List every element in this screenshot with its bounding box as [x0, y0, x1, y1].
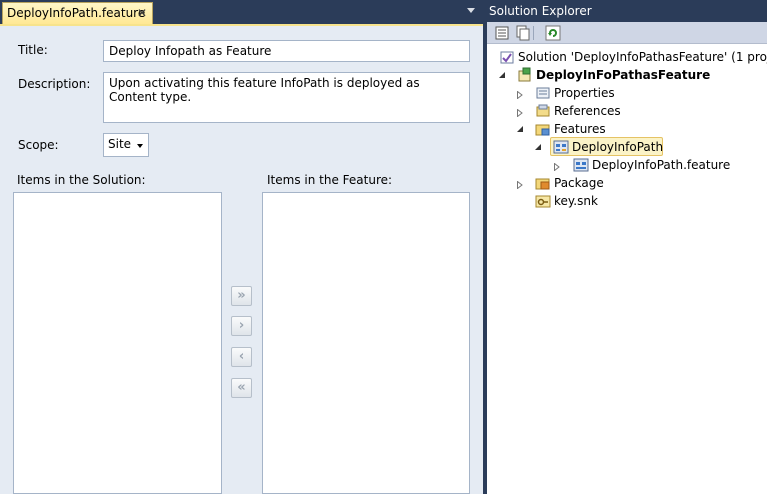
designer-surface: Title: Deploy Infopath as Feature Descri… [0, 26, 483, 494]
scope-label: Scope: [18, 138, 59, 152]
tree-item-label: key.snk [554, 194, 598, 208]
document-tab-label: DeployInfoPath.feature [7, 6, 146, 20]
expand-arrow-icon[interactable] [517, 106, 523, 118]
tree-item-label: DeployInfoPath [572, 140, 664, 154]
feature-items-list[interactable] [262, 192, 470, 494]
collapse-arrow-icon[interactable] [499, 72, 505, 78]
items-feature-label: Items in the Feature: [267, 173, 393, 187]
add-all-button[interactable]: » [231, 286, 252, 306]
solution-explorer: Solution Explorer Solution 'DeployInfoPa… [487, 0, 767, 494]
toolbar-separator [533, 26, 534, 40]
tree-item-label: DeployInFoPathasFeature [536, 68, 711, 82]
close-icon[interactable]: ✕ [137, 3, 147, 23]
feature-icon [553, 140, 569, 154]
items-solution-label: Items in the Solution: [17, 173, 146, 187]
chevron-down-icon [137, 144, 143, 148]
document-tab[interactable]: DeployInfoPath.feature ✕ [2, 2, 153, 24]
feature-file-icon [573, 158, 589, 172]
project-icon [518, 67, 531, 82]
document-tab-strip: DeployInfoPath.feature ✕ [0, 0, 483, 26]
expand-arrow-icon[interactable] [517, 178, 523, 190]
scope-dropdown[interactable]: Site [103, 133, 149, 157]
package-icon [535, 178, 550, 190]
tree-item-label: DeployInfoPath.feature [592, 158, 731, 172]
properties-folder-icon [536, 87, 550, 99]
remove-all-button[interactable]: « [231, 378, 252, 398]
tree-item-label: Solution 'DeployInfoPathasFeature' (1 pr… [518, 50, 767, 64]
collapse-arrow-icon[interactable] [535, 144, 541, 150]
title-input[interactable]: Deploy Infopath as Feature [103, 40, 470, 62]
key-file-icon [535, 195, 551, 208]
references-icon [536, 104, 550, 117]
tab-dropdown-icon[interactable] [467, 8, 475, 13]
tree-item-label: Features [554, 122, 606, 136]
tree-item-label: Package [554, 176, 604, 190]
refresh-icon[interactable] [545, 25, 561, 41]
features-folder-icon [535, 124, 550, 136]
description-input[interactable]: Upon activating this feature InfoPath is… [103, 72, 470, 123]
collapse-arrow-icon[interactable] [517, 126, 523, 132]
add-button[interactable]: › [231, 316, 252, 336]
show-all-files-icon[interactable] [515, 25, 531, 41]
description-label: Description: [18, 77, 91, 91]
solution-explorer-toolbar [487, 22, 767, 44]
tree-item-label: References [554, 104, 621, 118]
expand-arrow-icon[interactable] [517, 88, 523, 100]
solution-items-list[interactable] [13, 192, 222, 494]
title-label: Title: [18, 43, 48, 57]
solution-explorer-title: Solution Explorer [487, 0, 767, 22]
properties-icon[interactable] [494, 25, 510, 41]
solution-icon [500, 51, 514, 64]
feature-designer-pane: DeployInfoPath.feature ✕ Title: Deploy I… [0, 0, 483, 494]
scope-value: Site [108, 137, 132, 151]
expand-arrow-icon[interactable] [554, 160, 560, 172]
tree-item-label: Properties [554, 86, 615, 100]
remove-button[interactable]: ‹ [231, 347, 252, 367]
